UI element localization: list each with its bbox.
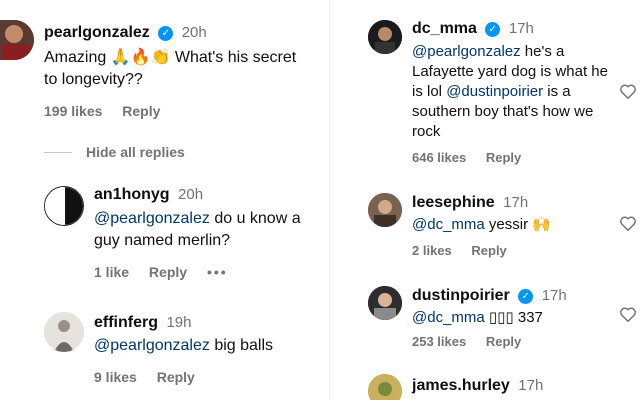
timestamp: 17h (518, 377, 544, 394)
comment-text-line: to longevity?? (44, 71, 143, 88)
avatar[interactable] (368, 193, 402, 227)
mention-link[interactable]: @pearlgonzalez (94, 210, 210, 227)
comment-effinferg: effinferg 19h @pearlgonzalez big balls 9… (0, 306, 330, 400)
comment-text-segment: yessir 🙌 (484, 216, 551, 233)
avatar[interactable] (368, 20, 402, 54)
mention-link[interactable]: @pearlgonzalez (412, 43, 521, 60)
verified-badge-icon: ✓ (518, 289, 534, 304)
timestamp: 19h (166, 314, 192, 331)
mention-link[interactable]: @pearlgonzalez (94, 337, 210, 354)
username[interactable]: pearlgonzalez (44, 24, 150, 41)
comment-text: @pearlgonzalez do u know a guy named mer… (94, 208, 301, 252)
mention-link[interactable]: @dc_mma (412, 309, 485, 326)
hide-replies-button[interactable]: Hide all replies (86, 144, 185, 160)
username[interactable]: effinferg (94, 314, 158, 331)
username[interactable]: an1honyg (94, 186, 170, 203)
avatar[interactable] (368, 286, 402, 320)
verified-badge-icon: ✓ (485, 22, 501, 37)
comment-text-segment: do u know a (209, 210, 301, 227)
comment-text-line: rock (412, 123, 441, 140)
likes-count[interactable]: 9 likes (94, 369, 137, 385)
comment-an1honyg: an1honyg 20h @pearlgonzalez do u know a … (0, 178, 330, 288)
reply-button[interactable]: Reply (471, 243, 506, 258)
comment-text-segment: big balls (209, 337, 274, 354)
comment-pearlgonzalez: pearlgonzalez ✓ 20h Amazing 🙏🔥👏 What's h… (0, 0, 330, 130)
comment-text-line: Lafayette yard dog is what he (412, 63, 608, 80)
comment-dustinpoirier: dustinpoirier ✓ 17h @dc_mma ▯▯▯ 337 253 … (330, 278, 640, 363)
comment-text-line: southern boy that's how we (412, 103, 594, 120)
timestamp: 20h (178, 186, 204, 203)
likes-count[interactable]: 646 likes (412, 150, 466, 165)
more-options-icon[interactable]: ••• (207, 264, 228, 280)
comment-text: @pearlgonzalez big balls (94, 335, 273, 357)
reply-button[interactable]: Reply (486, 334, 521, 349)
reply-button[interactable]: Reply (122, 103, 160, 119)
avatar[interactable] (44, 312, 84, 352)
avatar[interactable] (368, 374, 402, 400)
reply-button[interactable]: Reply (157, 369, 195, 385)
comment-james-hurley: james.hurley 17h (330, 368, 640, 400)
likes-count[interactable]: 2 likes (412, 243, 452, 258)
hide-replies-divider (44, 152, 72, 153)
comment-text: @dc_mma yessir 🙌 (412, 214, 551, 236)
comment-text-line: guy named merlin? (94, 232, 231, 249)
comment-text-segment: is lol (412, 83, 447, 100)
comment-text: @dc_mma ▯▯▯ 337 (412, 307, 543, 329)
comment-text-segment: ▯▯▯ 337 (484, 309, 543, 326)
timestamp: 17h (541, 287, 567, 304)
heart-icon[interactable] (619, 83, 637, 99)
verified-badge-icon: ✓ (158, 26, 174, 41)
reply-button[interactable]: Reply (486, 150, 521, 165)
username[interactable]: dc_mma (412, 20, 477, 37)
comment-leesephine: leesephine 17h @dc_mma yessir 🙌 2 likes … (330, 185, 640, 270)
heart-icon[interactable] (619, 306, 637, 322)
likes-count[interactable]: 199 likes (44, 103, 102, 119)
avatar[interactable] (0, 20, 34, 60)
comment-text-line: Amazing 🙏🔥👏 What's his secret (44, 49, 297, 66)
mention-link[interactable]: @dc_mma (412, 216, 485, 233)
avatar[interactable] (44, 186, 84, 226)
likes-count[interactable]: 1 like (94, 264, 129, 280)
reply-button[interactable]: Reply (149, 264, 187, 280)
comment-dc_mma: dc_mma ✓ 17h @pearlgonzalez he's a Lafay… (330, 0, 640, 175)
timestamp: 20h (181, 24, 207, 41)
heart-icon[interactable] (619, 215, 637, 231)
username[interactable]: leesephine (412, 194, 495, 211)
mention-link[interactable]: @dustinpoirier (446, 83, 543, 100)
username[interactable]: james.hurley (412, 377, 510, 394)
comment-text: Amazing 🙏🔥👏 What's his secret to longevi… (44, 47, 296, 91)
comment-text: @pearlgonzalez he's a Lafayette yard dog… (412, 42, 608, 142)
username[interactable]: dustinpoirier (412, 287, 510, 304)
likes-count[interactable]: 253 likes (412, 334, 466, 349)
right-comments-column: dc_mma ✓ 17h @pearlgonzalez he's a Lafay… (330, 0, 640, 400)
left-comments-column: pearlgonzalez ✓ 20h Amazing 🙏🔥👏 What's h… (0, 0, 330, 400)
comment-text-segment: he's a (520, 43, 565, 60)
comment-text-segment: is a (543, 83, 571, 100)
timestamp: 17h (508, 20, 534, 37)
timestamp: 17h (503, 194, 529, 211)
